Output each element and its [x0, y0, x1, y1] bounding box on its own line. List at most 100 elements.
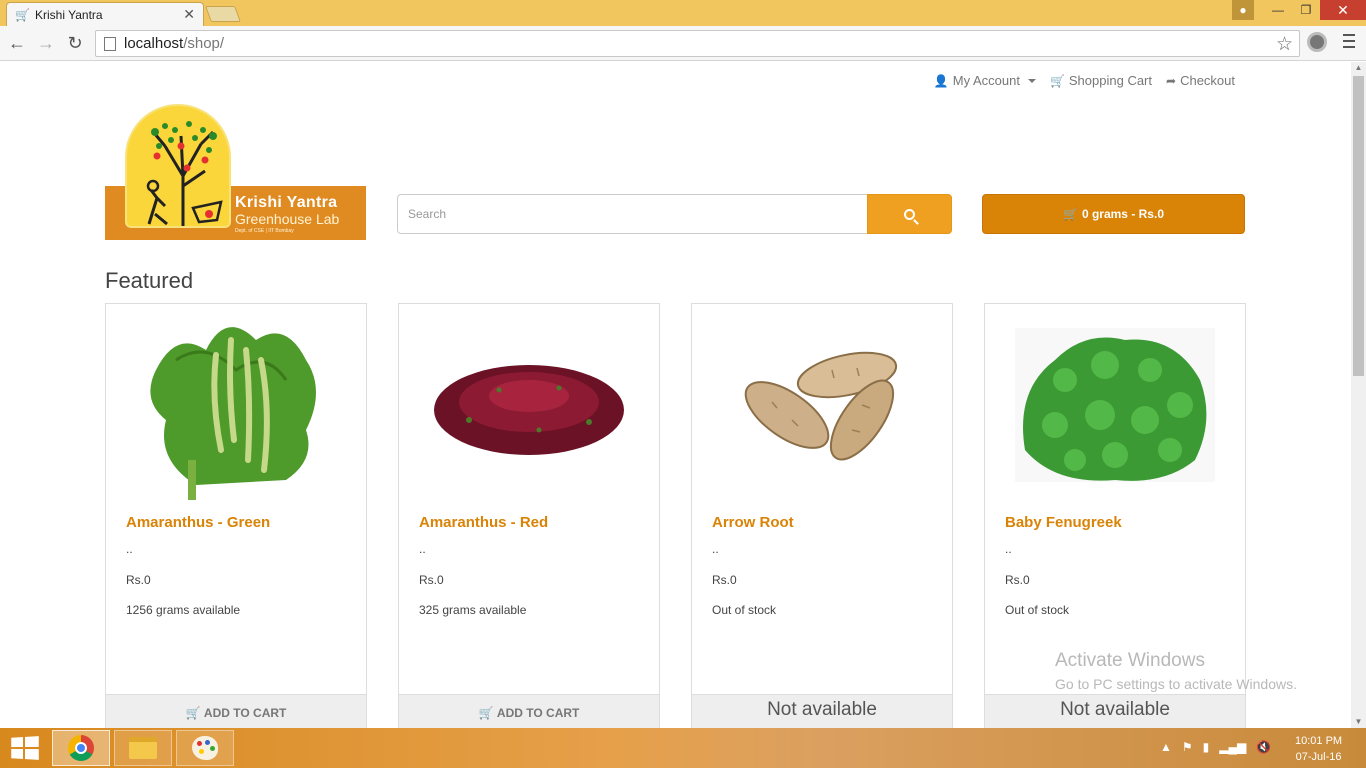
tab-title: Krishi Yantra	[35, 7, 103, 22]
product-description: ..	[126, 542, 133, 556]
cart-icon: 🛒	[185, 706, 201, 720]
close-window-button[interactable]: ✕	[1320, 0, 1366, 20]
my-account-link[interactable]: 👤 My Account	[934, 73, 1036, 88]
restore-button[interactable]: ❐	[1292, 0, 1320, 20]
cart-icon: 🛒	[1063, 207, 1078, 221]
not-available-label: Not available	[985, 694, 1245, 728]
signal-icon[interactable]: ▂▄▆	[1219, 740, 1246, 754]
volume-muted-icon[interactable]: 🔇	[1256, 740, 1271, 754]
product-name[interactable]: Baby Fenugreek	[1005, 514, 1122, 531]
product-name[interactable]: Amaranthus - Green	[126, 514, 270, 531]
forward-arrow-icon[interactable]: →	[35, 32, 57, 54]
add-to-cart-label: ADD TO CART	[203, 706, 287, 720]
browser-tab[interactable]: 🛒 Krishi Yantra ✕	[6, 2, 204, 26]
taskbar-clock[interactable]: 10:01 PM 07-Jul-16	[1295, 733, 1342, 765]
user-profile-icon[interactable]: ●	[1232, 0, 1254, 20]
action-center-flag-icon[interactable]: ⚑	[1182, 740, 1193, 754]
tree-illustration-icon	[146, 121, 223, 226]
extension-icon[interactable]	[1307, 32, 1327, 52]
amaranthus-red-image-icon	[434, 365, 624, 455]
product-description: ..	[419, 542, 426, 556]
windows-taskbar: ▲ ⚑ ▮ ▂▄▆ 🔇 10:01 PM 07-Jul-16	[0, 728, 1366, 768]
scroll-up-arrow-icon[interactable]: ▲	[1351, 62, 1366, 74]
cart-favicon-icon: 🛒	[15, 7, 30, 22]
taskbar-chrome-button[interactable]	[52, 730, 110, 766]
reload-icon[interactable]: ↻	[64, 32, 86, 54]
add-to-cart-button[interactable]: 🛒 ADD TO CART	[106, 694, 366, 728]
watermark-title: Activate Windows	[1055, 650, 1205, 671]
scrollbar-thumb[interactable]	[1353, 76, 1364, 376]
product-card: Arrow Root .. Rs.0 Out of stock Not avai…	[691, 303, 953, 728]
url-path: /shop/	[183, 35, 225, 52]
browser-menu-icon[interactable]	[1343, 34, 1355, 48]
product-image[interactable]	[722, 310, 922, 500]
browser-tabstrip: 🛒 Krishi Yantra ✕ ● — ❐ ✕	[0, 0, 1366, 26]
product-name[interactable]: Arrow Root	[712, 514, 794, 531]
windows-start-icon[interactable]	[11, 736, 39, 760]
page-viewport: 👤 My Account 🛒 Shopping Cart ➦ Checkout	[0, 62, 1351, 728]
product-availability: 1256 grams available	[126, 603, 241, 617]
search-input[interactable]	[397, 194, 867, 234]
my-account-label: My Account	[952, 73, 1020, 88]
add-to-cart-label: ADD TO CART	[496, 706, 580, 720]
product-image[interactable]	[1015, 310, 1215, 500]
watermark-subtitle: Go to PC settings to activate Windows.	[1055, 676, 1297, 692]
taskbar-explorer-button[interactable]	[114, 730, 172, 766]
product-card: Amaranthus - Red .. Rs.0 325 grams avail…	[398, 303, 660, 728]
browser-toolbar: ← → ↻ localhost/shop/ ☆	[0, 26, 1366, 61]
cart-summary-button[interactable]: 🛒 0 grams - Rs.0	[982, 194, 1245, 234]
system-tray: ▲ ⚑ ▮ ▂▄▆ 🔇	[1160, 740, 1271, 754]
checkout-link[interactable]: ➦ Checkout	[1166, 73, 1235, 88]
clock-time: 10:01 PM	[1295, 735, 1343, 747]
amaranthus-green-image-icon	[150, 327, 316, 500]
product-availability: Out of stock	[712, 603, 777, 617]
new-tab-button[interactable]	[205, 6, 241, 22]
page-scrollbar[interactable]: ▲ ▼	[1351, 62, 1366, 728]
product-price: Rs.0	[126, 573, 151, 587]
battery-icon[interactable]: ▮	[1203, 740, 1210, 754]
address-bar[interactable]: localhost/shop/ ☆	[95, 30, 1300, 57]
scroll-down-arrow-icon[interactable]: ▼	[1351, 716, 1366, 728]
site-logo[interactable]: Krishi Yantra Greenhouse Lab Dept. of CS…	[105, 102, 366, 240]
add-to-cart-button[interactable]: 🛒 ADD TO CART	[399, 694, 659, 728]
product-card: Amaranthus - Green .. Rs.0 1256 grams av…	[105, 303, 367, 728]
product-price: Rs.0	[419, 573, 444, 587]
search-button[interactable]	[867, 194, 952, 234]
not-available-label: Not available	[692, 694, 952, 728]
product-image[interactable]	[136, 310, 336, 500]
search-icon	[904, 208, 915, 220]
page-icon	[104, 36, 116, 51]
baby-fenugreek-image-icon	[1015, 328, 1215, 482]
folder-icon	[129, 737, 157, 759]
product-description: ..	[712, 542, 719, 556]
logo-brand-name: Krishi Yantra	[235, 194, 338, 211]
arrow-root-image-icon	[744, 351, 898, 461]
activate-windows-watermark: Activate Windows Go to PC settings to ac…	[1055, 650, 1297, 692]
chrome-icon	[68, 735, 94, 761]
logo-brand-dept: Dept. of CSE | IIT Bombay	[235, 228, 294, 234]
product-availability: Out of stock	[1005, 603, 1070, 617]
tray-expand-icon[interactable]: ▲	[1160, 740, 1172, 754]
search-group	[397, 194, 952, 234]
featured-heading: Featured	[105, 268, 194, 293]
user-icon: 👤	[933, 73, 949, 88]
close-tab-icon[interactable]: ✕	[183, 6, 195, 23]
product-price: Rs.0	[1005, 573, 1030, 587]
share-arrow-icon: ➦	[1166, 73, 1177, 88]
back-arrow-icon[interactable]: ←	[6, 32, 28, 54]
top-links: 👤 My Account 🛒 Shopping Cart ➦ Checkout	[934, 73, 1235, 88]
product-name[interactable]: Amaranthus - Red	[419, 514, 548, 531]
product-availability: 325 grams available	[419, 603, 527, 617]
taskbar-paint-button[interactable]	[176, 730, 234, 766]
product-image[interactable]	[429, 310, 629, 500]
bookmark-star-icon[interactable]: ☆	[1276, 33, 1293, 56]
logo-brand-sub: Greenhouse Lab	[235, 211, 340, 227]
paint-palette-icon	[192, 736, 218, 760]
product-description: ..	[1005, 542, 1012, 556]
url-host: localhost	[124, 35, 184, 52]
minimize-button[interactable]: —	[1264, 0, 1292, 20]
shopping-cart-label: Shopping Cart	[1068, 73, 1153, 88]
cart-summary-label: 0 grams - Rs.0	[1081, 207, 1164, 221]
shopping-cart-link[interactable]: 🛒 Shopping Cart	[1050, 73, 1152, 88]
caret-down-icon	[1027, 78, 1036, 83]
